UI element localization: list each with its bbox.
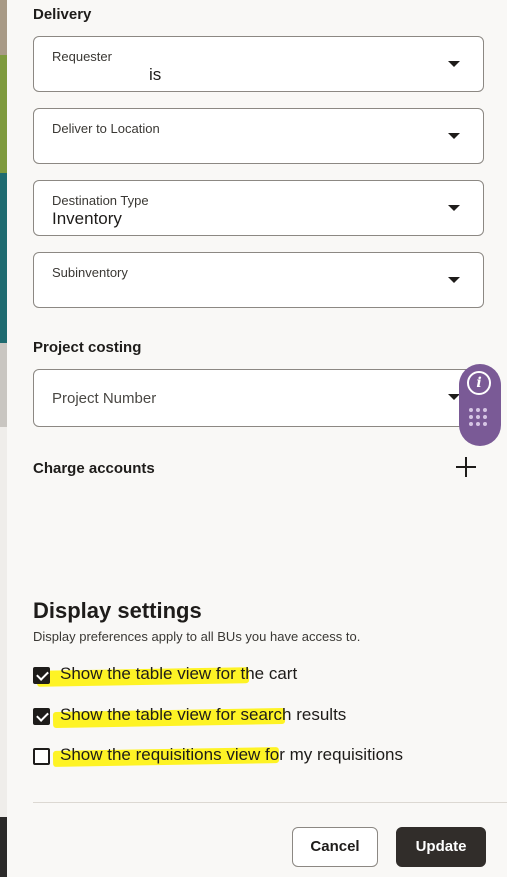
grid-dots-icon[interactable] (469, 408, 491, 430)
deliver-to-location-label: Deliver to Location (52, 121, 160, 136)
table-view-search-label: Show the table view for search results (60, 705, 347, 724)
add-charge-account-plus-icon[interactable] (455, 456, 477, 478)
display-settings-heading: Display settings (33, 598, 202, 623)
display-settings-description: Display preferences apply to all BUs you… (33, 629, 361, 644)
charge-accounts-heading: Charge accounts (33, 460, 155, 477)
checkmark-icon (36, 668, 49, 681)
checkmark-icon (36, 709, 49, 722)
info-icon[interactable]: i (467, 371, 491, 395)
cancel-button[interactable]: Cancel (292, 827, 378, 867)
destination-type-label: Destination Type (52, 193, 149, 208)
project-number-select[interactable]: Project Number (33, 369, 484, 427)
project-number-placeholder: Project Number (52, 390, 157, 407)
chevron-down-icon (448, 61, 460, 67)
edit-line-panel: Delivery Requester is Deliver to Locatio… (7, 0, 507, 877)
update-button[interactable]: Update (396, 827, 486, 867)
requisitions-view-checkbox[interactable] (33, 748, 50, 765)
background-page-edge (0, 0, 7, 877)
table-view-cart-checkbox[interactable] (33, 667, 50, 684)
subinventory-select[interactable]: Subinventory (33, 252, 484, 308)
requisitions-view-label: Show the requisitions view for my requis… (60, 745, 403, 764)
chevron-down-icon (448, 133, 460, 139)
requester-label: Requester (52, 49, 112, 64)
destination-type-value: Inventory (52, 209, 122, 228)
requester-select[interactable]: Requester is (33, 36, 484, 92)
subinventory-label: Subinventory (52, 265, 128, 280)
chevron-down-icon (448, 205, 460, 211)
floating-help-widget[interactable]: i (459, 364, 501, 446)
footer-divider (33, 802, 507, 803)
chevron-down-icon (448, 277, 460, 283)
table-view-cart-label: Show the table view for the cart (60, 664, 298, 683)
project-costing-heading: Project costing (33, 339, 142, 356)
deliver-to-location-select[interactable]: Deliver to Location (33, 108, 484, 164)
delivery-heading: Delivery (33, 6, 92, 23)
destination-type-select[interactable]: Destination Type Inventory (33, 180, 484, 236)
requester-value: is (149, 65, 162, 84)
table-view-search-checkbox[interactable] (33, 708, 50, 725)
